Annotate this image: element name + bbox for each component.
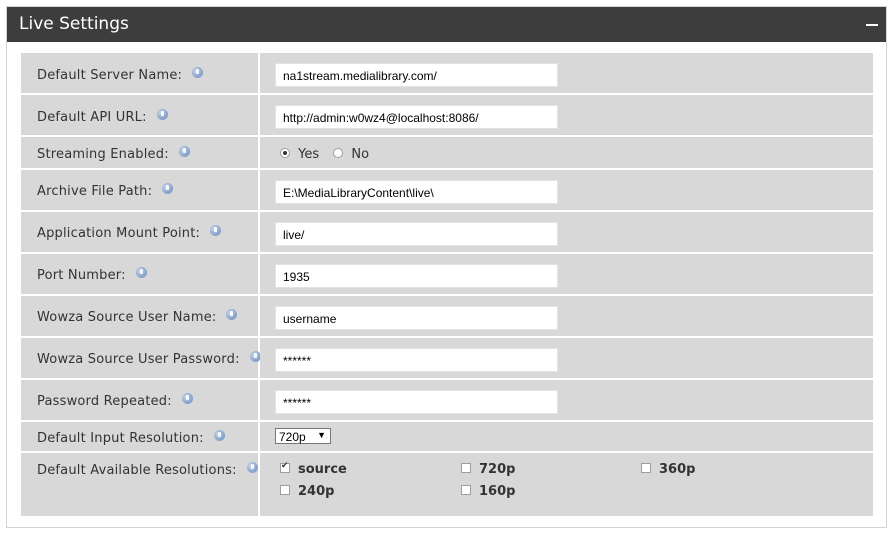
server-name-input[interactable]: na1stream.medialibrary.com/ xyxy=(275,63,558,87)
wowza-user-label: Wowza Source User Name: xyxy=(37,310,217,325)
input-resolution-label: Default Input Resolution: xyxy=(37,431,204,446)
row-wowza-password: Wowza Source User Password: ****** xyxy=(21,338,873,378)
port-number-label: Port Number: xyxy=(37,268,126,283)
wowza-password-label: Wowza Source User Password: xyxy=(37,352,240,367)
row-mount-point: Application Mount Point: live/ xyxy=(21,212,873,252)
password-repeated-input[interactable]: ****** xyxy=(275,390,558,414)
streaming-no-radio[interactable] xyxy=(333,148,344,158)
streaming-enabled-label: Streaming Enabled: xyxy=(37,147,169,162)
resolution-option-source: source xyxy=(280,461,347,477)
archive-path-label: Archive File Path: xyxy=(37,184,153,199)
help-icon[interactable] xyxy=(162,183,174,194)
server-name-label: Default Server Name: xyxy=(37,68,183,83)
streaming-radio-group: Yes No xyxy=(280,147,369,162)
row-available-resolutions: Default Available Resolutions: source 72… xyxy=(21,453,873,516)
api-url-label: Default API URL: xyxy=(37,110,147,125)
resolution-option-240p: 240p xyxy=(280,484,334,499)
resolution-option-160p: 160p xyxy=(461,484,515,499)
help-icon[interactable] xyxy=(246,462,258,473)
resolution-160p-label: 160p xyxy=(479,484,516,499)
resolution-240p-label: 240p xyxy=(298,484,335,499)
mount-point-label: Application Mount Point: xyxy=(37,226,201,241)
resolution-240p-checkbox[interactable] xyxy=(280,485,290,495)
streaming-yes-label: Yes xyxy=(298,147,320,162)
resolution-720p-checkbox[interactable] xyxy=(461,463,471,473)
row-streaming-enabled: Streaming Enabled: Yes No xyxy=(21,137,873,168)
resolution-720p-label: 720p xyxy=(479,462,516,477)
row-server-name: Default Server Name: na1stream.medialibr… xyxy=(21,53,873,93)
input-resolution-select[interactable]: 720p ▼ xyxy=(275,428,331,444)
resolution-160p-checkbox[interactable] xyxy=(461,485,471,495)
help-icon[interactable] xyxy=(249,351,261,362)
row-password-repeated: Password Repeated: ****** xyxy=(21,380,873,420)
resolution-source-label: source xyxy=(298,462,347,477)
row-input-resolution: Default Input Resolution: 720p ▼ xyxy=(21,422,873,451)
live-settings-panel: Live Settings Default Server Name: na1st… xyxy=(6,6,887,528)
panel-header: Live Settings xyxy=(7,7,886,42)
panel-title: Live Settings xyxy=(19,14,129,34)
row-port-number: Port Number: 1935 xyxy=(21,254,873,294)
help-icon[interactable] xyxy=(135,267,147,278)
resolution-option-360p: 360p xyxy=(641,462,695,477)
streaming-no-label: No xyxy=(351,147,370,162)
help-icon[interactable] xyxy=(213,430,225,441)
port-number-input[interactable]: 1935 xyxy=(275,264,558,288)
chevron-down-icon: ▼ xyxy=(317,430,326,440)
wowza-password-input[interactable]: ****** xyxy=(275,348,558,372)
archive-path-input[interactable]: E:\MediaLibraryContent\live\ xyxy=(275,180,558,204)
resolution-source-checkbox[interactable] xyxy=(280,461,290,473)
settings-form: Default Server Name: na1stream.medialibr… xyxy=(21,53,873,516)
help-icon[interactable] xyxy=(210,225,222,236)
help-icon[interactable] xyxy=(226,309,238,320)
help-icon[interactable] xyxy=(181,393,193,404)
row-wowza-user: Wowza Source User Name: username xyxy=(21,296,873,336)
available-resolutions-label: Default Available Resolutions: xyxy=(37,463,237,478)
input-resolution-value: 720p xyxy=(279,430,306,444)
help-icon[interactable] xyxy=(192,67,204,78)
resolution-360p-label: 360p xyxy=(659,462,696,477)
password-repeated-label: Password Repeated: xyxy=(37,394,172,409)
row-archive-path: Archive File Path: E:\MediaLibraryConten… xyxy=(21,170,873,210)
resolution-360p-checkbox[interactable] xyxy=(641,463,651,473)
resolution-option-720p: 720p xyxy=(461,462,515,477)
streaming-yes-radio[interactable] xyxy=(280,148,290,158)
help-icon[interactable] xyxy=(156,109,168,120)
minus-icon[interactable] xyxy=(866,24,878,26)
help-icon[interactable] xyxy=(178,146,190,157)
row-api-url: Default API URL: http://admin:w0wz4@loca… xyxy=(21,95,873,135)
mount-point-input[interactable]: live/ xyxy=(275,222,558,246)
api-url-input[interactable]: http://admin:w0wz4@localhost:8086/ xyxy=(275,105,558,129)
wowza-user-input[interactable]: username xyxy=(275,306,558,330)
